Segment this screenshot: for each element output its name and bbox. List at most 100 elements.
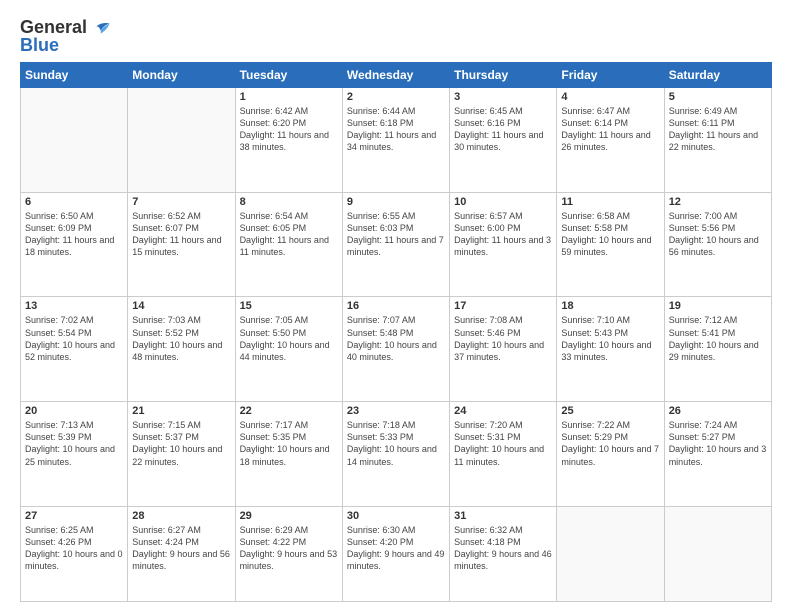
day-cell: 20 Sunrise: 7:13 AM Sunset: 5:39 PM Dayli… bbox=[21, 402, 128, 507]
day-cell: 27 Sunrise: 6:25 AM Sunset: 4:26 PM Dayli… bbox=[21, 506, 128, 601]
day-info: Sunrise: 6:27 AM Sunset: 4:24 PM Dayligh… bbox=[132, 524, 230, 573]
logo: General Blue bbox=[20, 18, 111, 54]
day-cell: 3Sunrise: 6:45 AM Sunset: 6:16 PM Daylig… bbox=[450, 88, 557, 193]
day-info: Sunrise: 6:30 AM Sunset: 4:20 PM Dayligh… bbox=[347, 524, 445, 573]
day-info: Sunrise: 7:13 AM Sunset: 5:39 PM Dayligh… bbox=[25, 419, 123, 468]
day-cell: 8 Sunrise: 6:54 AM Sunset: 6:05 PM Daylig… bbox=[235, 192, 342, 297]
day-info: Sunrise: 7:10 AM Sunset: 5:43 PM Dayligh… bbox=[561, 314, 659, 363]
day-info: Sunrise: 6:52 AM Sunset: 6:07 PM Dayligh… bbox=[132, 210, 230, 259]
day-number: 13 bbox=[25, 300, 123, 312]
day-cell: 12Sunrise: 7:00 AM Sunset: 5:56 PM Dayli… bbox=[664, 192, 771, 297]
day-cell bbox=[128, 88, 235, 193]
day-cell: 24 Sunrise: 7:20 AM Sunset: 5:31 PM Dayli… bbox=[450, 402, 557, 507]
day-of-week-wednesday: Wednesday bbox=[342, 63, 449, 88]
day-info: Sunrise: 6:32 AM Sunset: 4:18 PM Dayligh… bbox=[454, 524, 552, 573]
day-number: 6 bbox=[25, 196, 123, 208]
day-number: 22 bbox=[240, 405, 338, 417]
day-cell: 28 Sunrise: 6:27 AM Sunset: 4:24 PM Dayli… bbox=[128, 506, 235, 601]
day-cell: 30 Sunrise: 6:30 AM Sunset: 4:20 PM Dayli… bbox=[342, 506, 449, 601]
day-number: 18 bbox=[561, 300, 659, 312]
day-info: Sunrise: 7:05 AM Sunset: 5:50 PM Dayligh… bbox=[240, 314, 338, 363]
day-info: Sunrise: 6:55 AM Sunset: 6:03 PM Dayligh… bbox=[347, 210, 445, 259]
day-number: 23 bbox=[347, 405, 445, 417]
day-info: Sunrise: 7:15 AM Sunset: 5:37 PM Dayligh… bbox=[132, 419, 230, 468]
day-number: 5 bbox=[669, 91, 767, 103]
day-cell: 21Sunrise: 7:15 AM Sunset: 5:37 PM Dayli… bbox=[128, 402, 235, 507]
day-cell bbox=[21, 88, 128, 193]
day-number: 11 bbox=[561, 196, 659, 208]
day-info: Sunrise: 7:02 AM Sunset: 5:54 PM Dayligh… bbox=[25, 314, 123, 363]
day-cell: 2 Sunrise: 6:44 AM Sunset: 6:18 PM Daylig… bbox=[342, 88, 449, 193]
calendar-table: SundayMondayTuesdayWednesdayThursdayFrid… bbox=[20, 62, 772, 602]
day-cell: 15 Sunrise: 7:05 AM Sunset: 5:50 PM Dayli… bbox=[235, 297, 342, 402]
day-number: 25 bbox=[561, 405, 659, 417]
day-cell: 26 Sunrise: 7:24 AM Sunset: 5:27 PM Dayli… bbox=[664, 402, 771, 507]
day-cell: 16 Sunrise: 7:07 AM Sunset: 5:48 PM Dayli… bbox=[342, 297, 449, 402]
day-cell: 22 Sunrise: 7:17 AM Sunset: 5:35 PM Dayli… bbox=[235, 402, 342, 507]
logo-general-text: General bbox=[20, 18, 87, 36]
day-cell: 1 Sunrise: 6:42 AM Sunset: 6:20 PM Daylig… bbox=[235, 88, 342, 193]
day-of-week-monday: Monday bbox=[128, 63, 235, 88]
day-info: Sunrise: 7:08 AM Sunset: 5:46 PM Dayligh… bbox=[454, 314, 552, 363]
logo-blue-text: Blue bbox=[20, 36, 59, 54]
day-cell: 4Sunrise: 6:47 AM Sunset: 6:14 PM Daylig… bbox=[557, 88, 664, 193]
day-of-week-tuesday: Tuesday bbox=[235, 63, 342, 88]
day-number: 2 bbox=[347, 91, 445, 103]
day-info: Sunrise: 7:22 AM Sunset: 5:29 PM Dayligh… bbox=[561, 419, 659, 468]
day-info: Sunrise: 6:25 AM Sunset: 4:26 PM Dayligh… bbox=[25, 524, 123, 573]
day-number: 27 bbox=[25, 510, 123, 522]
day-number: 15 bbox=[240, 300, 338, 312]
day-info: Sunrise: 6:49 AM Sunset: 6:11 PM Dayligh… bbox=[669, 105, 767, 154]
day-info: Sunrise: 7:03 AM Sunset: 5:52 PM Dayligh… bbox=[132, 314, 230, 363]
day-number: 20 bbox=[25, 405, 123, 417]
day-of-week-thursday: Thursday bbox=[450, 63, 557, 88]
day-number: 19 bbox=[669, 300, 767, 312]
page: General Blue SundayMondayTuesdayWednesda… bbox=[0, 0, 792, 612]
week-row-1: 1 Sunrise: 6:42 AM Sunset: 6:20 PM Daylig… bbox=[21, 88, 772, 193]
week-row-3: 13 Sunrise: 7:02 AM Sunset: 5:54 PM Dayli… bbox=[21, 297, 772, 402]
day-info: Sunrise: 7:17 AM Sunset: 5:35 PM Dayligh… bbox=[240, 419, 338, 468]
day-cell: 25 Sunrise: 7:22 AM Sunset: 5:29 PM Dayli… bbox=[557, 402, 664, 507]
day-cell: 5 Sunrise: 6:49 AM Sunset: 6:11 PM Daylig… bbox=[664, 88, 771, 193]
day-info: Sunrise: 7:18 AM Sunset: 5:33 PM Dayligh… bbox=[347, 419, 445, 468]
day-info: Sunrise: 6:45 AM Sunset: 6:16 PM Dayligh… bbox=[454, 105, 552, 154]
day-number: 16 bbox=[347, 300, 445, 312]
day-number: 14 bbox=[132, 300, 230, 312]
calendar-header-row: SundayMondayTuesdayWednesdayThursdayFrid… bbox=[21, 63, 772, 88]
day-of-week-sunday: Sunday bbox=[21, 63, 128, 88]
day-number: 26 bbox=[669, 405, 767, 417]
day-number: 1 bbox=[240, 91, 338, 103]
day-info: Sunrise: 7:24 AM Sunset: 5:27 PM Dayligh… bbox=[669, 419, 767, 468]
day-cell: 18 Sunrise: 7:10 AM Sunset: 5:43 PM Dayli… bbox=[557, 297, 664, 402]
week-row-5: 27 Sunrise: 6:25 AM Sunset: 4:26 PM Dayli… bbox=[21, 506, 772, 601]
day-cell: 9 Sunrise: 6:55 AM Sunset: 6:03 PM Daylig… bbox=[342, 192, 449, 297]
day-cell: 19 Sunrise: 7:12 AM Sunset: 5:41 PM Dayli… bbox=[664, 297, 771, 402]
day-info: Sunrise: 6:44 AM Sunset: 6:18 PM Dayligh… bbox=[347, 105, 445, 154]
week-row-2: 6Sunrise: 6:50 AM Sunset: 6:09 PM Daylig… bbox=[21, 192, 772, 297]
day-info: Sunrise: 6:57 AM Sunset: 6:00 PM Dayligh… bbox=[454, 210, 552, 259]
week-row-4: 20 Sunrise: 7:13 AM Sunset: 5:39 PM Dayli… bbox=[21, 402, 772, 507]
day-number: 4 bbox=[561, 91, 659, 103]
day-info: Sunrise: 7:20 AM Sunset: 5:31 PM Dayligh… bbox=[454, 419, 552, 468]
day-of-week-friday: Friday bbox=[557, 63, 664, 88]
day-info: Sunrise: 7:12 AM Sunset: 5:41 PM Dayligh… bbox=[669, 314, 767, 363]
day-number: 24 bbox=[454, 405, 552, 417]
header: General Blue bbox=[20, 18, 772, 54]
day-info: Sunrise: 7:07 AM Sunset: 5:48 PM Dayligh… bbox=[347, 314, 445, 363]
day-info: Sunrise: 6:42 AM Sunset: 6:20 PM Dayligh… bbox=[240, 105, 338, 154]
day-info: Sunrise: 7:00 AM Sunset: 5:56 PM Dayligh… bbox=[669, 210, 767, 259]
day-number: 9 bbox=[347, 196, 445, 208]
day-cell: 23 Sunrise: 7:18 AM Sunset: 5:33 PM Dayli… bbox=[342, 402, 449, 507]
day-number: 29 bbox=[240, 510, 338, 522]
day-number: 28 bbox=[132, 510, 230, 522]
day-cell: 31 Sunrise: 6:32 AM Sunset: 4:18 PM Dayli… bbox=[450, 506, 557, 601]
day-info: Sunrise: 6:58 AM Sunset: 5:58 PM Dayligh… bbox=[561, 210, 659, 259]
day-number: 8 bbox=[240, 196, 338, 208]
day-cell bbox=[557, 506, 664, 601]
day-cell: 7Sunrise: 6:52 AM Sunset: 6:07 PM Daylig… bbox=[128, 192, 235, 297]
day-info: Sunrise: 6:54 AM Sunset: 6:05 PM Dayligh… bbox=[240, 210, 338, 259]
day-number: 17 bbox=[454, 300, 552, 312]
day-info: Sunrise: 6:29 AM Sunset: 4:22 PM Dayligh… bbox=[240, 524, 338, 573]
day-number: 30 bbox=[347, 510, 445, 522]
day-number: 31 bbox=[454, 510, 552, 522]
